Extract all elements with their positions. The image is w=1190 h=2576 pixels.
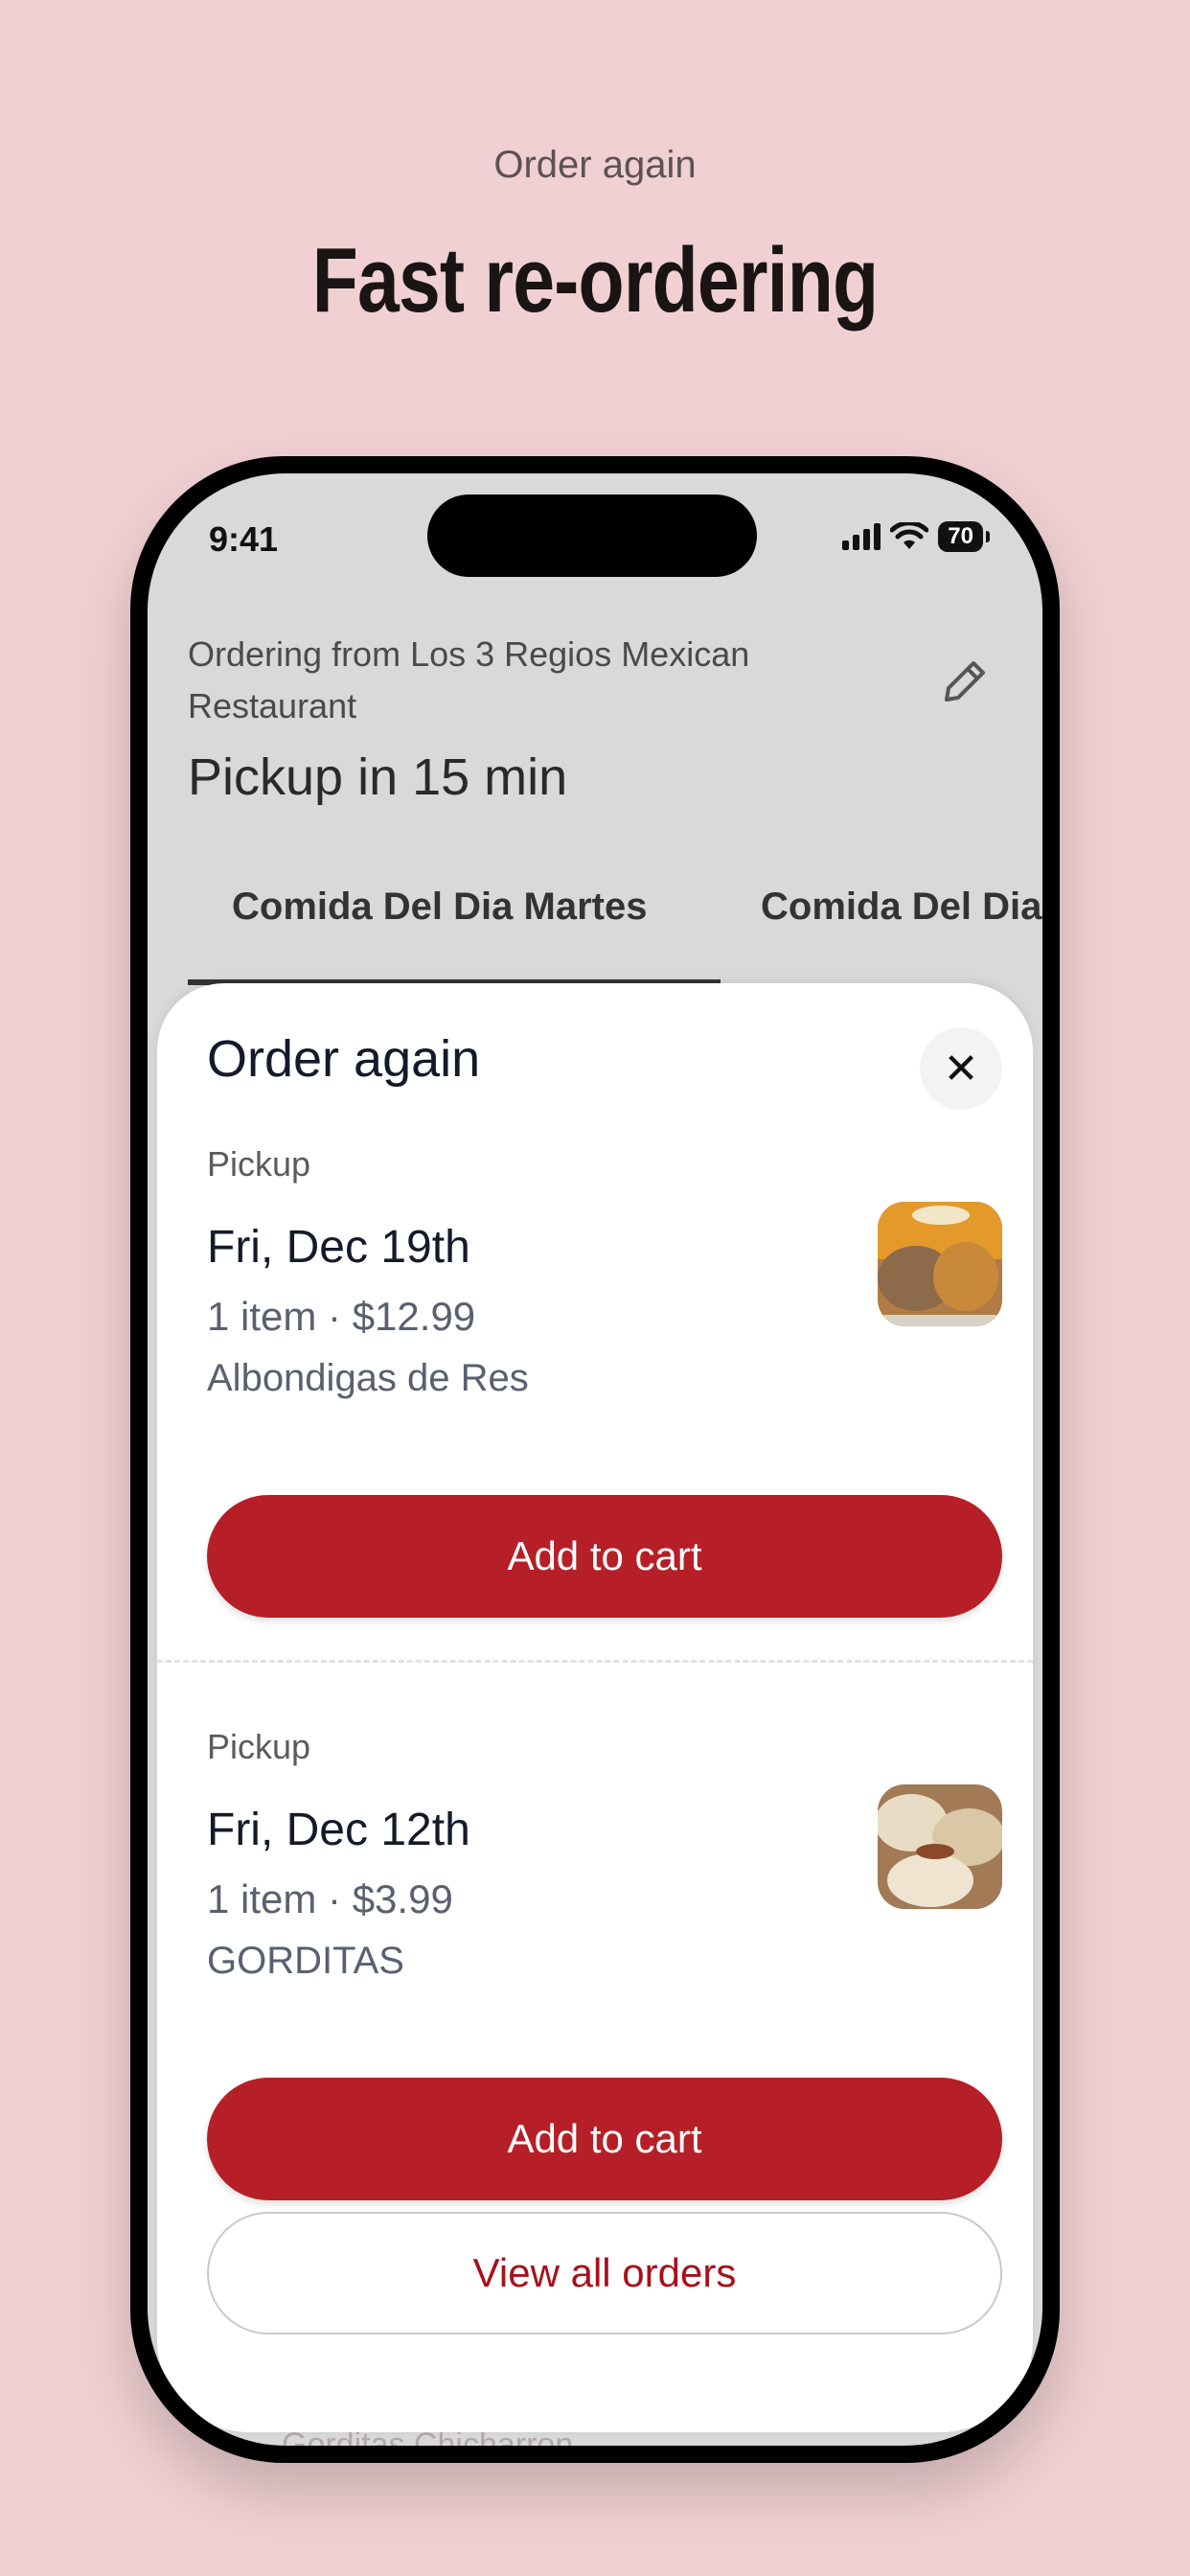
order-item-name: GORDITAS (207, 1940, 404, 1982)
tab-comida-del-dia-martes[interactable]: Comida Del Dia Martes (232, 886, 647, 929)
order-summary: 1 item · $3.99 (207, 1876, 453, 1921)
food-photo (878, 1202, 1002, 1326)
dynamic-island (427, 494, 757, 577)
cellular-signal-icon (842, 523, 881, 550)
phone-screen: 9:41 70 Ordering from Los 3 Regios Mexic… (148, 473, 1042, 2446)
ordering-from-text: Ordering from Los 3 Regios Mexican Resta… (188, 634, 750, 725)
order-date: Fri, Dec 19th (207, 1222, 470, 1273)
order-type: Pickup (207, 1144, 311, 1184)
order-date: Fri, Dec 12th (207, 1805, 470, 1855)
promo-title: Fast re-ordering (311, 229, 879, 332)
order-summary: 1 item · $12.99 (207, 1294, 476, 1339)
food-photo (878, 1784, 1002, 1909)
category-tabs: Comida Del Dia Martes Comida Del Dia (148, 886, 1042, 981)
view-all-orders-button[interactable]: View all orders (207, 2212, 1002, 2334)
close-icon: ✕ (943, 1045, 979, 1092)
wifi-icon (890, 522, 929, 549)
add-to-cart-button[interactable]: Add to cart (207, 1495, 1002, 1618)
tab-comida-del-dia[interactable]: Comida Del Dia (761, 886, 1041, 929)
order-again-sheet: Order again ✕ Pickup Fri, Dec 19th 1 ite… (157, 983, 1033, 2432)
sheet-title: Order again (207, 1030, 481, 1088)
add-to-cart-button[interactable]: Add to cart (207, 2078, 1002, 2200)
order-divider (157, 1660, 1033, 1663)
close-button[interactable]: ✕ (920, 1027, 1002, 1110)
order-item-name: Albondigas de Res (207, 1357, 529, 1399)
promo-subtitle: Order again (493, 144, 697, 186)
battery-indicator: 70 (938, 521, 990, 552)
pencil-icon[interactable] (933, 650, 996, 713)
pickup-time[interactable]: Pickup in 15 min (188, 748, 567, 807)
status-time: 9:41 (209, 519, 279, 559)
order-type: Pickup (207, 1727, 311, 1766)
status-icons: 70 (842, 521, 990, 552)
phone-frame: 9:41 70 Ordering from Los 3 Regios Mexic… (130, 456, 1060, 2463)
